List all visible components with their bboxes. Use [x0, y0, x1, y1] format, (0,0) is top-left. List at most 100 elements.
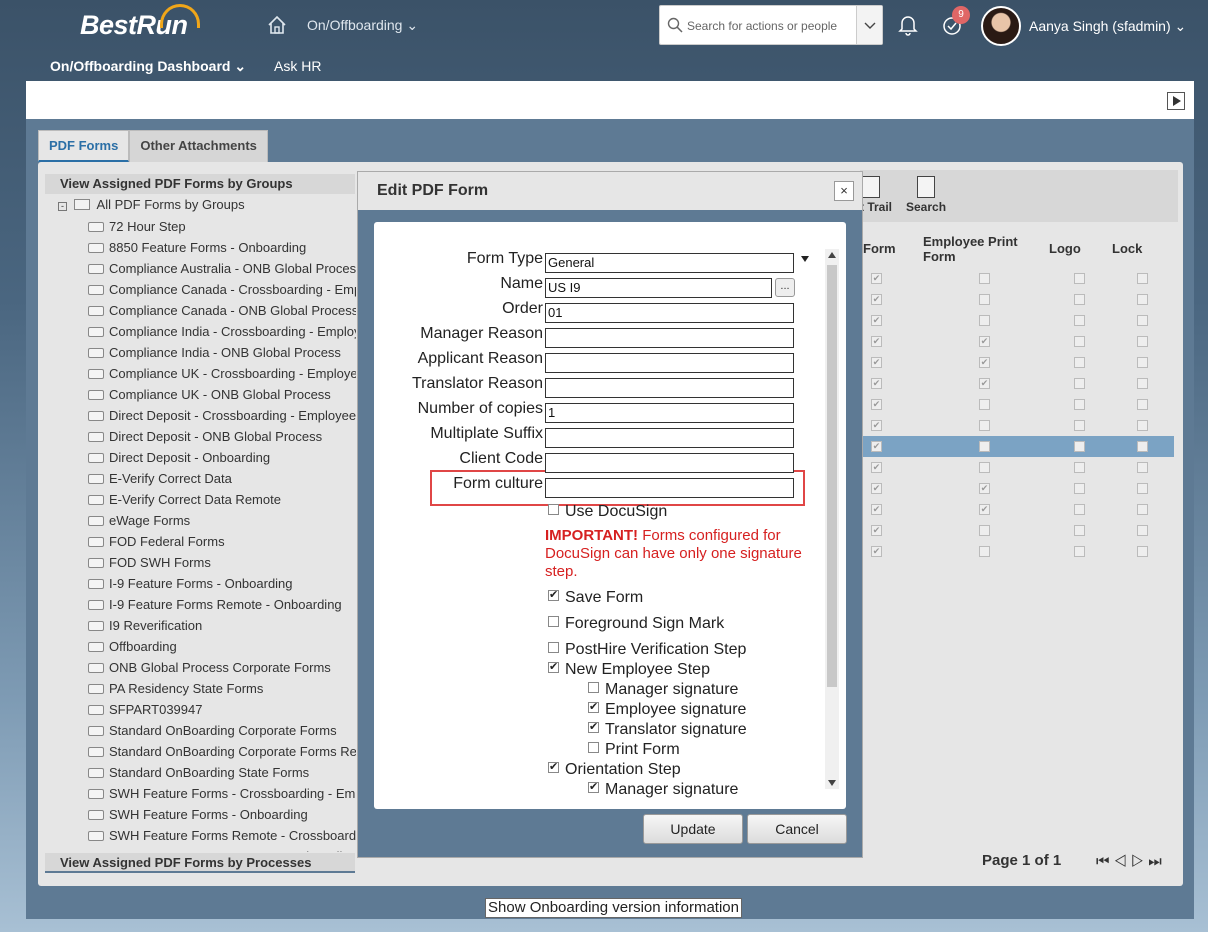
- table-row[interactable]: ✔ ✔: [860, 499, 1174, 520]
- tree-item[interactable]: I-9 Feature Forms - Onboarding: [88, 573, 356, 594]
- column-logo[interactable]: Logo: [1049, 241, 1081, 256]
- tree-item[interactable]: FOD SWH Forms: [88, 552, 356, 573]
- form-culture-field[interactable]: [545, 478, 794, 498]
- dashboard-menu[interactable]: On/Offboarding Dashboard ⌄: [50, 58, 246, 75]
- table-row[interactable]: ✔: [860, 310, 1174, 331]
- column-form[interactable]: Form: [863, 241, 896, 256]
- checkbox[interactable]: [548, 760, 559, 773]
- tree-item[interactable]: ONB Global Process Corporate Forms: [88, 657, 356, 678]
- tree-item[interactable]: SWH Feature Forms Remote - Onboarding: [88, 846, 356, 852]
- cancel-button[interactable]: Cancel: [747, 814, 847, 844]
- version-info-button[interactable]: Show Onboarding version information: [485, 898, 742, 918]
- column-employee-print-form[interactable]: Employee Print Form: [923, 234, 1023, 264]
- tree-item[interactable]: Compliance Canada - ONB Global Process: [88, 300, 356, 321]
- collapse-icon[interactable]: -: [58, 202, 67, 211]
- search-input[interactable]: Search for actions or people: [687, 19, 837, 33]
- checkbox[interactable]: [548, 504, 559, 515]
- option-checkbox[interactable]: Manager signature: [588, 780, 738, 799]
- close-icon[interactable]: ×: [834, 181, 854, 201]
- option-checkbox[interactable]: Foreground Sign Mark: [548, 615, 724, 633]
- option-checkbox[interactable]: Translator signature: [588, 720, 747, 739]
- tab-other-attachments[interactable]: Other Attachments: [129, 130, 268, 162]
- last-page-icon[interactable]: ⏭: [1148, 853, 1166, 870]
- tree-item[interactable]: E-Verify Correct Data Remote: [88, 489, 356, 510]
- tree-item[interactable]: FOD Federal Forms: [88, 531, 356, 552]
- table-row[interactable]: ✔: [860, 457, 1174, 478]
- next-page-icon[interactable]: ▷: [1131, 853, 1148, 870]
- tree-item[interactable]: Compliance Australia - ONB Global Proces…: [88, 258, 356, 279]
- table-row[interactable]: ✔: [860, 520, 1174, 541]
- tree-item[interactable]: Offboarding: [88, 636, 356, 657]
- option-checkbox[interactable]: PostHire Verification Step: [548, 641, 746, 659]
- tab-pdf-forms[interactable]: PDF Forms: [38, 130, 130, 162]
- checkbox[interactable]: [548, 616, 559, 627]
- avatar[interactable]: [981, 6, 1021, 46]
- first-page-icon[interactable]: ⏮: [1096, 853, 1114, 870]
- tree-item[interactable]: PA Residency State Forms: [88, 678, 356, 699]
- tree-item[interactable]: eWage Forms: [88, 510, 356, 531]
- table-row[interactable]: ✔: [860, 415, 1174, 436]
- option-checkbox[interactable]: Save Form: [548, 588, 643, 607]
- scroll-thumb[interactable]: [827, 265, 837, 687]
- table-row[interactable]: ✔ ✔: [860, 478, 1174, 499]
- name-field[interactable]: US I9: [545, 278, 772, 298]
- tree-item[interactable]: Compliance UK - ONB Global Process: [88, 384, 356, 405]
- update-button[interactable]: Update: [643, 814, 743, 844]
- checkbox[interactable]: [588, 682, 599, 693]
- table-row[interactable]: ✔: [860, 289, 1174, 310]
- translator-reason-field[interactable]: [545, 378, 794, 398]
- scroll-up-icon[interactable]: [828, 252, 836, 258]
- option-checkbox[interactable]: Manager signature: [588, 681, 738, 699]
- tree-section-groups[interactable]: View Assigned PDF Forms by Groups: [45, 174, 355, 194]
- audit-trail-button[interactable]: t Trail: [860, 176, 892, 214]
- checkbox[interactable]: [588, 742, 599, 753]
- order-field[interactable]: 01: [545, 303, 794, 323]
- tree-section-processes[interactable]: View Assigned PDF Forms by Processes: [45, 853, 355, 873]
- tree-item[interactable]: Compliance India - Crossboarding - Emplo…: [88, 321, 356, 342]
- scroll-down-icon[interactable]: [828, 780, 836, 786]
- table-row[interactable]: ✔ ✔: [860, 331, 1174, 352]
- tree-root[interactable]: - All PDF Forms by Groups: [58, 197, 245, 212]
- option-checkbox[interactable]: Orientation Step: [548, 760, 681, 779]
- option-checkbox[interactable]: Employee signature: [588, 700, 746, 719]
- checkbox[interactable]: [588, 700, 599, 713]
- tree-item[interactable]: 72 Hour Step: [88, 216, 356, 237]
- global-search[interactable]: Search for actions or people: [659, 5, 883, 45]
- multiplate-suffix-field[interactable]: [545, 428, 794, 448]
- search-button[interactable]: Search: [906, 176, 946, 214]
- search-scope-dropdown[interactable]: [856, 6, 882, 44]
- tree-item[interactable]: Compliance India - ONB Global Process: [88, 342, 356, 363]
- table-row[interactable]: ✔: [860, 268, 1174, 289]
- checkbox[interactable]: [548, 588, 559, 601]
- tree-item[interactable]: SWH Feature Forms Remote - Crossboarding: [88, 825, 356, 846]
- table-row[interactable]: ✔: [860, 394, 1174, 415]
- ask-hr-link[interactable]: Ask HR: [274, 58, 321, 74]
- tree-item[interactable]: Standard OnBoarding Corporate Forms: [88, 720, 356, 741]
- table-row[interactable]: ✔: [860, 541, 1174, 562]
- checkbox[interactable]: [588, 780, 599, 793]
- tree-item[interactable]: Standard OnBoarding State Forms: [88, 762, 356, 783]
- tree-item[interactable]: 8850 Feature Forms - Onboarding: [88, 237, 356, 258]
- module-menu[interactable]: On/Offboarding ⌄: [307, 17, 418, 34]
- table-row[interactable]: ✔: [860, 436, 1174, 457]
- option-checkbox[interactable]: Print Form: [588, 741, 680, 759]
- number-of-copies-field[interactable]: 1: [545, 403, 794, 423]
- home-icon[interactable]: [266, 14, 288, 36]
- manager-reason-field[interactable]: [545, 328, 794, 348]
- checkbox[interactable]: [548, 642, 559, 653]
- tree-item[interactable]: Direct Deposit - ONB Global Process: [88, 426, 356, 447]
- play-icon[interactable]: [1167, 92, 1185, 110]
- tree-item[interactable]: E-Verify Correct Data: [88, 468, 356, 489]
- name-lookup-button[interactable]: ...: [775, 278, 795, 297]
- tree-item[interactable]: I-9 Feature Forms Remote - Onboarding: [88, 594, 356, 615]
- tree-item[interactable]: Standard OnBoarding Corporate Forms Remo…: [88, 741, 356, 762]
- dialog-scrollbar[interactable]: [825, 249, 839, 789]
- use-docusign-checkbox[interactable]: Use DocuSign: [548, 503, 667, 521]
- client-code-field[interactable]: [545, 453, 794, 473]
- tree-item[interactable]: Direct Deposit - Crossboarding - Employe…: [88, 405, 356, 426]
- checkbox[interactable]: [588, 720, 599, 733]
- column-lock[interactable]: Lock: [1112, 241, 1142, 256]
- table-row[interactable]: ✔ ✔: [860, 373, 1174, 394]
- tree-item[interactable]: I9 Reverification: [88, 615, 356, 636]
- applicant-reason-field[interactable]: [545, 353, 794, 373]
